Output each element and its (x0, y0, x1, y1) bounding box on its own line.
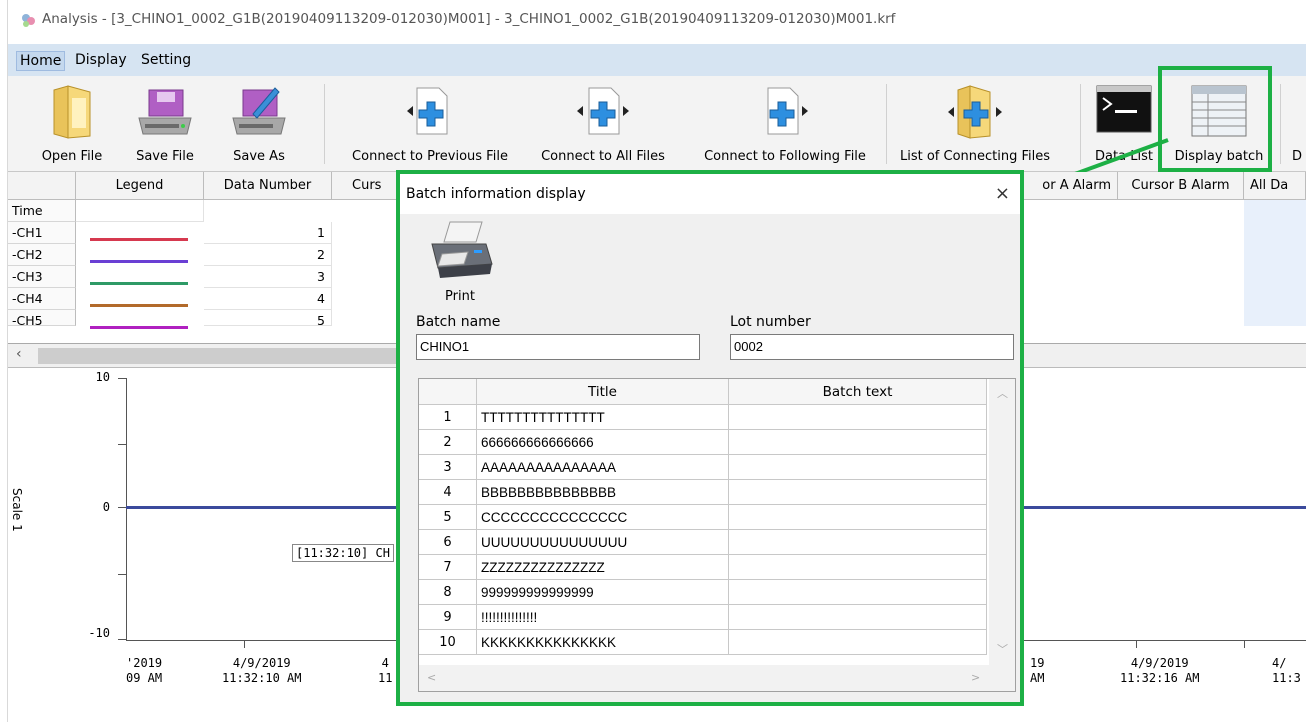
x-tick-label: 4/9/2019 11:32:16 AM (1120, 656, 1200, 685)
batch-text-cell[interactable] (729, 605, 987, 630)
title-cell[interactable]: !!!!!!!!!!!!!!! (477, 605, 729, 630)
y-tick (118, 639, 126, 640)
row-number: 3 (419, 455, 477, 480)
cursor-marker-label: [11:32:10] CH (292, 544, 394, 562)
title-cell[interactable]: KKKKKKKKKKKKKKK (477, 630, 729, 655)
x-tick (1136, 640, 1137, 648)
print-button[interactable]: Print (424, 218, 496, 304)
y-tick (118, 507, 126, 508)
col-data-number[interactable]: Data Number (204, 172, 332, 200)
batch-table-corner (419, 379, 477, 405)
batch-info-dialog: Batch information display × Print Batch … (396, 170, 1024, 706)
x-tick (1244, 640, 1245, 648)
legend-line-ch5 (90, 326, 188, 329)
row-label-ch4: -CH4 (8, 288, 76, 310)
row-label-ch2: -CH2 (8, 244, 76, 266)
col-all-data[interactable]: All Da (1244, 172, 1306, 200)
batch-name-field[interactable]: CHINO1 (416, 334, 700, 360)
col-title[interactable]: Title (477, 379, 729, 405)
x-tick-label: 4/9/2019 11:32:10 AM (222, 656, 302, 685)
row-number: 5 (419, 505, 477, 530)
scroll-up-icon[interactable]: ︿ (997, 385, 1008, 401)
lot-number-field[interactable]: 0002 (730, 334, 1014, 360)
scrollbar-corner (989, 665, 1015, 691)
batch-text-cell[interactable] (729, 630, 987, 655)
data-number-cell: 1 (204, 222, 332, 244)
y-tick-label: -10 (88, 626, 110, 640)
title-cell[interactable]: AAAAAAAAAAAAAAA (477, 455, 729, 480)
row-label-time: Time (8, 200, 76, 222)
title-cell[interactable]: ZZZZZZZZZZZZZZZ (477, 555, 729, 580)
row-number: 10 (419, 630, 477, 655)
x-tick-label: '2019 09 AM (126, 656, 163, 685)
data-number-cell: 4 (204, 288, 332, 310)
col-cursor[interactable]: Curs (332, 172, 402, 200)
close-icon[interactable]: × (995, 183, 1010, 204)
scroll-down-icon[interactable]: ﹀ (997, 641, 1008, 657)
printer-icon (431, 221, 493, 278)
batch-text-cell[interactable] (729, 580, 987, 605)
y-tick (118, 444, 126, 445)
row-number: 1 (419, 405, 477, 430)
x-tick (244, 640, 245, 648)
scale-label: Scale 1 (10, 488, 24, 532)
row-number: 4 (419, 480, 477, 505)
title-cell[interactable]: TTTTTTTTTTTTTTT (477, 405, 729, 430)
x-tick-label: 4 11 (378, 656, 393, 685)
batch-text-cell[interactable] (729, 480, 987, 505)
dialog-title: Batch information display (406, 186, 586, 202)
col-cursor-b-alarm[interactable]: Cursor B Alarm (1118, 172, 1244, 200)
scroll-left-icon[interactable]: < (427, 671, 436, 684)
batch-text-cell[interactable] (729, 455, 987, 480)
y-tick-label: 10 (95, 370, 110, 384)
batch-name-label: Batch name (416, 314, 501, 330)
data-number-cell: 3 (204, 266, 332, 288)
row-number: 2 (419, 430, 477, 455)
row-number: 9 (419, 605, 477, 630)
legend-line-ch1 (90, 238, 188, 241)
scroll-left-icon[interactable]: ‹ (16, 346, 22, 362)
y-tick (118, 378, 126, 379)
title-cell[interactable]: BBBBBBBBBBBBBBB (477, 480, 729, 505)
title-cell[interactable]: CCCCCCCCCCCCCCC (477, 505, 729, 530)
x-tick-label: 19 AM (1030, 656, 1045, 685)
title-cell[interactable]: 666666666666666 (477, 430, 729, 455)
y-axis (126, 378, 127, 640)
row-label-ch5: -CH5 (8, 310, 76, 328)
batch-text-cell[interactable] (729, 405, 987, 430)
col-batch-text[interactable]: Batch text (729, 379, 987, 405)
data-number-cell: 5 (204, 310, 332, 328)
batch-text-cell[interactable] (729, 430, 987, 455)
batch-text-cell[interactable] (729, 505, 987, 530)
data-number-cell: 2 (204, 244, 332, 266)
batch-table: Title Batch text 1 TTTTTTTTTTTTTTT 2 666… (418, 378, 1016, 692)
batch-text-cell[interactable] (729, 555, 987, 580)
legend-line-ch2 (90, 260, 188, 263)
scroll-thumb[interactable] (38, 348, 398, 364)
legend-line-ch3 (90, 282, 188, 285)
title-cell[interactable]: 999999999999999 (477, 580, 729, 605)
legend-line-ch4 (90, 304, 188, 307)
x-tick-label: 4/11:3 (1272, 656, 1301, 685)
legend-cell (76, 200, 204, 222)
title-cell[interactable]: UUUUUUUUUUUUUUU (477, 530, 729, 555)
batch-table-horizontal-scrollbar[interactable]: < > (419, 665, 989, 691)
y-tick-label: 0 (102, 500, 110, 514)
col-legend[interactable]: Legend (76, 172, 204, 200)
batch-text-cell[interactable] (729, 530, 987, 555)
dialog-title-bar: Batch information display × (400, 174, 1020, 214)
col-cursor-a-alarm[interactable]: or A Alarm (1024, 172, 1118, 200)
y-tick (118, 574, 126, 575)
batch-table-vertical-scrollbar[interactable]: ︿ ﹀ (989, 379, 1015, 665)
scroll-right-icon[interactable]: > (971, 671, 980, 684)
grid-corner (8, 172, 76, 200)
row-label-ch1: -CH1 (8, 222, 76, 244)
row-number: 6 (419, 530, 477, 555)
row-number: 7 (419, 555, 477, 580)
print-label: Print (445, 289, 475, 304)
row-number: 8 (419, 580, 477, 605)
lot-number-label: Lot number (730, 314, 811, 330)
all-data-column-fill (1244, 200, 1306, 326)
row-label-ch3: -CH3 (8, 266, 76, 288)
